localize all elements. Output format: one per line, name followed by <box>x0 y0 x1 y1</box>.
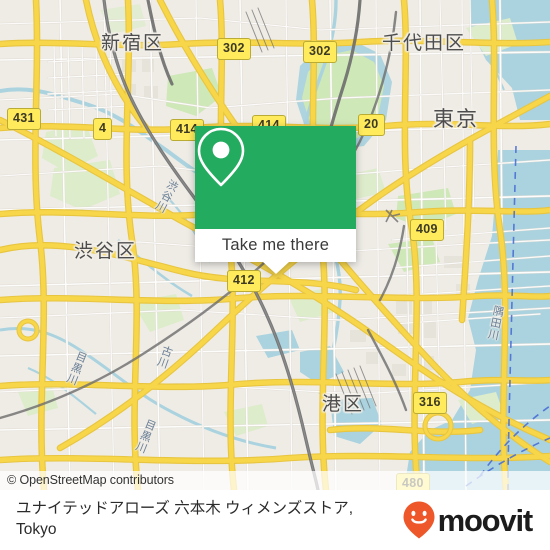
moovit-wordmark: moovit <box>437 502 534 538</box>
take-me-there-card[interactable]: Take me there <box>195 126 356 274</box>
route-shield-20[interactable]: 20 <box>358 114 385 136</box>
route-shield-302-left[interactable]: 302 <box>217 38 251 60</box>
route-shield-302-right[interactable]: 302 <box>303 41 337 63</box>
route-shield-412[interactable]: 412 <box>227 270 261 292</box>
route-shield-4[interactable]: 4 <box>93 118 113 140</box>
route-shield-409[interactable]: 409 <box>410 219 444 241</box>
card-footer[interactable]: Take me there <box>195 229 356 274</box>
footer-bar: ユナイテッドアローズ 六本木 ウィメンズストア, Tokyo moovit <box>0 490 550 550</box>
map-pin-icon <box>197 127 245 187</box>
route-shield-431[interactable]: 431 <box>7 108 41 130</box>
moovit-smiley-pin-icon <box>403 501 435 539</box>
card-pointer-tail <box>262 262 289 274</box>
osm-attribution[interactable]: © OpenStreetMap contributors <box>0 471 550 490</box>
place-title: ユナイテッドアローズ 六本木 ウィメンズストア, Tokyo <box>16 500 354 538</box>
card-header <box>195 126 356 229</box>
map-canvas[interactable]: .land{fill:#efece6} .water{fill:#aad3df}… <box>0 0 550 490</box>
route-shield-316[interactable]: 316 <box>413 392 447 414</box>
moovit-map-screenshot: .land{fill:#efece6} .water{fill:#aad3df}… <box>0 0 550 550</box>
take-me-there-label: Take me there <box>221 236 330 254</box>
moovit-logo[interactable]: moovit <box>402 500 540 540</box>
